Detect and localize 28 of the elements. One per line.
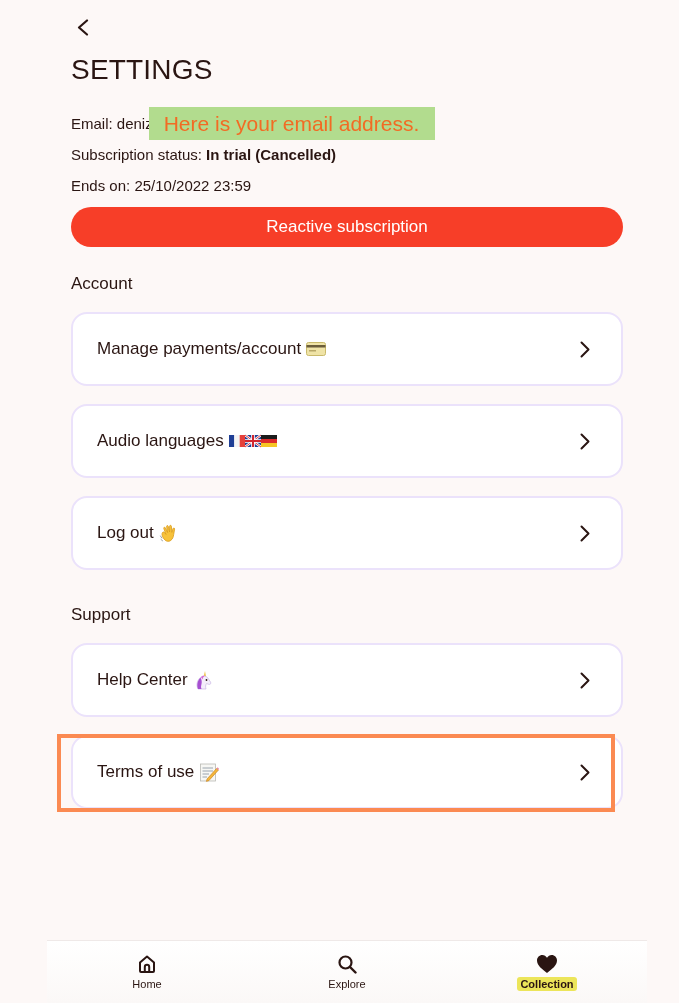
chevron-right-icon [580,671,590,689]
france-flag-icon [228,434,245,448]
settings-item[interactable]: Help Center [71,643,623,717]
annotation-callout: Here is your email address. [148,107,436,140]
chevron-right-icon [580,432,590,450]
account-info-text: Subscription status: In trial (Cancelled) [71,145,337,165]
search-icon [337,954,357,974]
chevron-right-icon [580,763,590,781]
reactivate-button[interactable]: Reactive subscription [71,207,623,247]
credit-card-icon [306,342,327,356]
germany-flag-icon [260,434,277,448]
section-heading: Account [71,273,134,295]
settings-item[interactable]: Log out [71,496,623,570]
page-title: SETTINGS [71,53,214,87]
chevron-right-icon [580,524,590,542]
memo-pencil-icon [199,762,220,782]
chevron-right-icon [580,340,590,358]
settings-item[interactable]: Manage payments/account [71,312,623,386]
nav-tab[interactable]: Home [47,941,247,1003]
back-icon[interactable] [76,19,89,36]
heart-icon [536,954,558,974]
settings-item[interactable]: Terms of use [71,735,623,809]
nav-tab[interactable]: Explore [247,941,447,1003]
home-icon [137,954,157,974]
account-info-text: Ends on: 25/10/2022 23:59 [71,176,252,196]
nav-tab[interactable]: Collection [447,941,647,1003]
section-heading: Support [71,604,132,626]
settings-item[interactable]: Audio languages [71,404,623,478]
